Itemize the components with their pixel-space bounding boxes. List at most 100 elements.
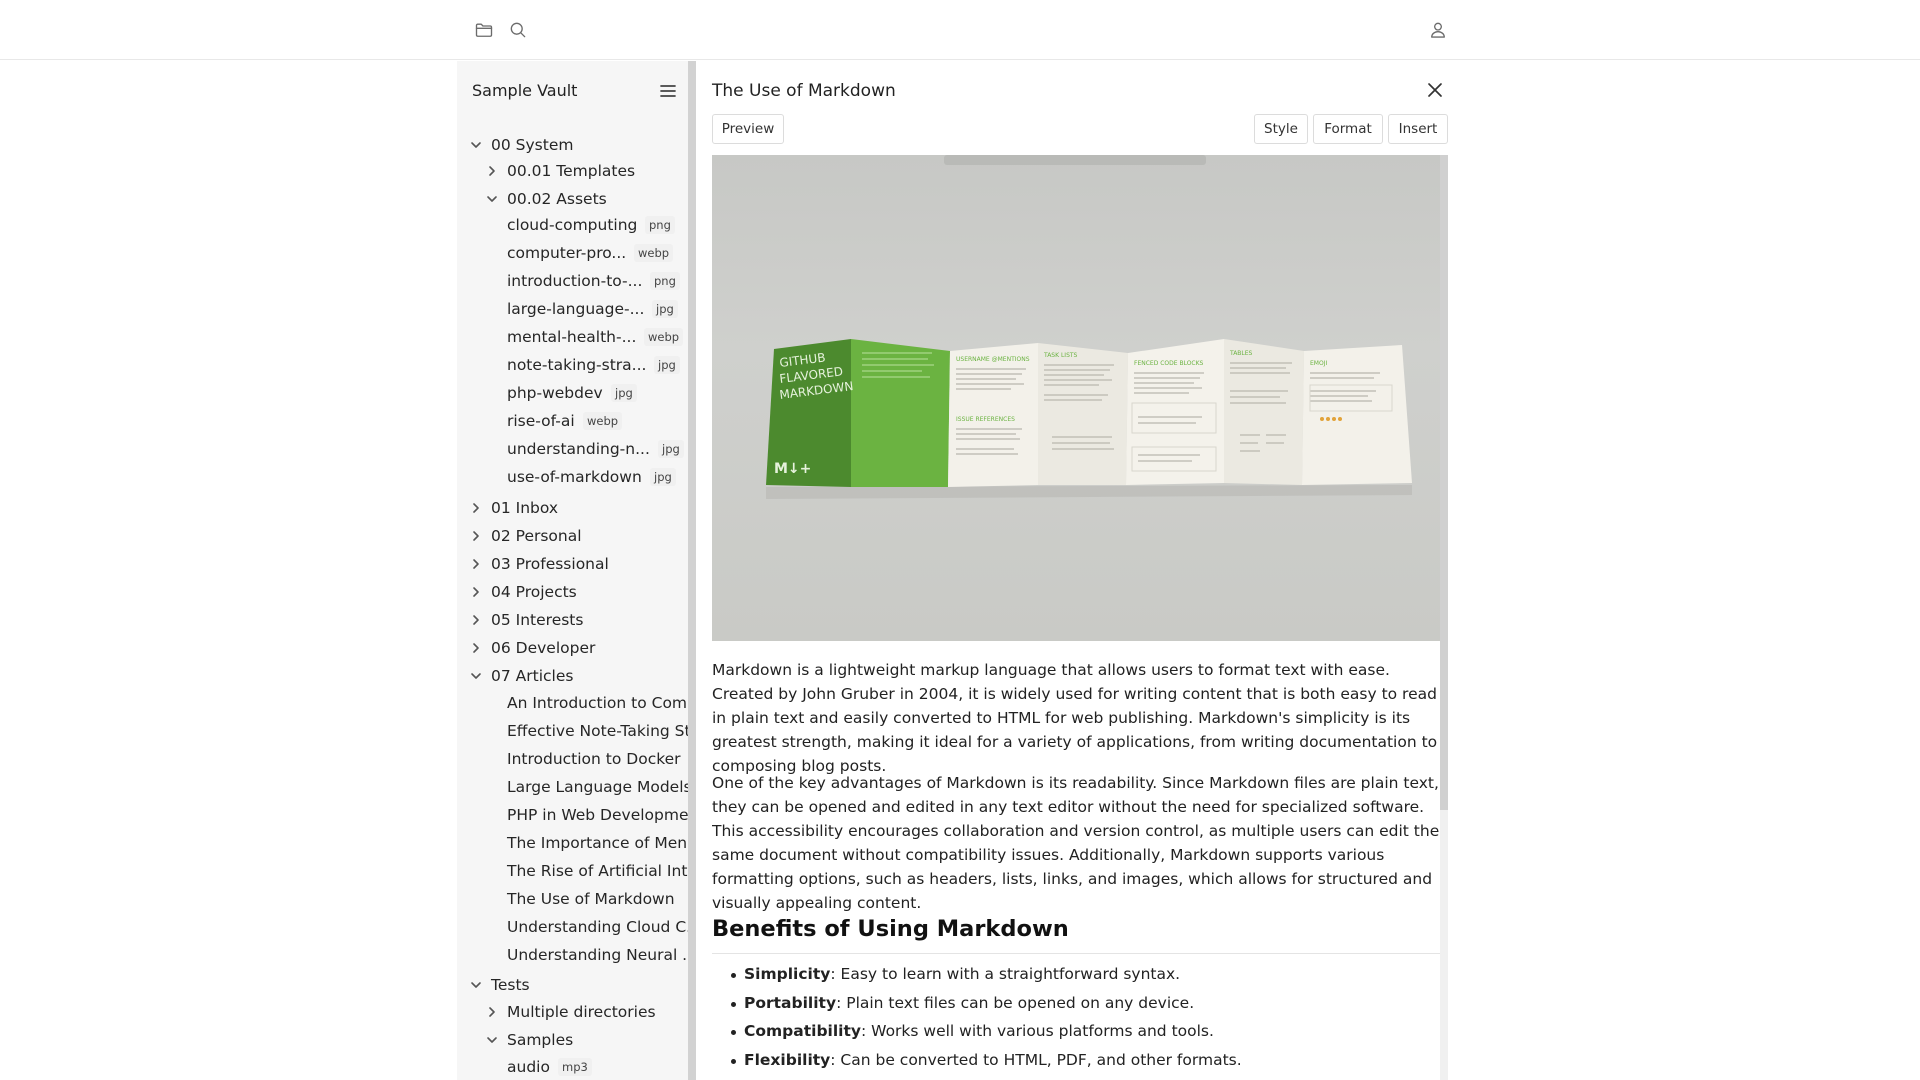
tree-file[interactable]: Understanding Cloud C... [457, 914, 688, 940]
tree-folder[interactable]: 03 Professional [457, 551, 688, 577]
tree-folder[interactable]: 02 Personal [457, 523, 688, 549]
tree-folder[interactable]: Samples [457, 1027, 688, 1053]
folder-icon[interactable] [472, 18, 496, 42]
chevron-right-icon[interactable] [469, 635, 483, 661]
tree-item-label: 05 Interests [491, 611, 584, 629]
style-button[interactable]: Style [1254, 114, 1308, 144]
chevron-right-icon[interactable] [469, 607, 483, 633]
editor-pane: The Use of Markdown Preview Style Format… [712, 61, 1448, 1080]
tree-file[interactable]: Introduction to Docker [457, 746, 688, 772]
panel-heading-issues: ISSUE REFERENCES [956, 416, 1015, 423]
tree-file[interactable]: php-webdev jpg [457, 380, 688, 406]
tree-folder[interactable]: 01 Inbox [457, 495, 688, 521]
tree-item-label: 01 Inbox [491, 499, 559, 517]
tree-folder[interactable]: 05 Interests [457, 607, 688, 633]
chevron-down-icon[interactable] [469, 972, 483, 998]
tree-file[interactable]: introduction-to-... png [457, 268, 688, 294]
tree-item-label: large-language-... [507, 300, 645, 318]
brochure-logo: M↓+ [774, 461, 811, 477]
search-icon[interactable] [506, 18, 530, 42]
tree-item-label: 00.02 Assets [507, 190, 607, 208]
sidebar-scrollbar[interactable] [688, 61, 696, 1080]
content-scrollbar[interactable] [1440, 155, 1448, 1080]
chevron-right-icon[interactable] [485, 999, 499, 1025]
markdown-brochure-image: GITHUB FLAVORED MARKDOWN M↓+ USERNAME @M… [712, 155, 1440, 641]
tree-item-label: PHP in Web Developme... [507, 806, 688, 824]
tree-item-label: Tests [491, 976, 530, 994]
tree-file[interactable]: An Introduction to Com... [457, 690, 688, 716]
list-item-term: Flexibility [744, 1050, 831, 1069]
chevron-right-icon[interactable] [469, 579, 483, 605]
format-button[interactable]: Format [1313, 114, 1383, 144]
tree-folder[interactable]: 00.02 Assets [457, 186, 688, 212]
tree-item-label: 03 Professional [491, 555, 609, 573]
tree-item-label: 00.01 Templates [507, 162, 636, 180]
chevron-down-icon[interactable] [485, 1027, 499, 1053]
file-extension-badge: jpg [654, 356, 680, 374]
tree-folder[interactable]: 07 Articles [457, 663, 688, 689]
panel-heading-tables: TABLES [1229, 350, 1253, 357]
tree-item-label: understanding-n... [507, 440, 650, 458]
tree-file[interactable]: audio mp3 [457, 1054, 688, 1080]
tree-item-label: The Rise of Artificial Int... [507, 862, 688, 880]
chevron-down-icon[interactable] [469, 663, 483, 689]
desk-object [944, 155, 1206, 165]
chevron-right-icon[interactable] [485, 158, 499, 184]
chevron-down-icon[interactable] [469, 132, 483, 158]
chevron-right-icon[interactable] [469, 495, 483, 521]
tree-folder[interactable]: 00.01 Templates [457, 158, 688, 184]
tree-folder[interactable]: 00 System [457, 132, 688, 158]
tree-file[interactable]: mental-health-... webp [457, 324, 688, 350]
tree-folder[interactable]: 06 Developer [457, 635, 688, 661]
file-extension-badge: png [645, 216, 675, 234]
hamburger-menu-icon[interactable] [658, 81, 678, 101]
tree-item-label: The Importance of Men... [507, 834, 688, 852]
tree-file[interactable]: cloud-computing png [457, 212, 688, 238]
tree-folder[interactable]: Tests [457, 972, 688, 998]
chevron-right-icon[interactable] [469, 523, 483, 549]
tree-file[interactable]: The Importance of Men... [457, 830, 688, 856]
preview-button[interactable]: Preview [712, 114, 784, 144]
user-icon[interactable] [1426, 18, 1450, 42]
chevron-right-icon[interactable] [469, 551, 483, 577]
tree-file[interactable]: Understanding Neural ... [457, 942, 688, 968]
tree-file[interactable]: PHP in Web Developme... [457, 802, 688, 828]
tree-item-label: Large Language Models [507, 778, 688, 796]
tree-file[interactable]: The Use of Markdown [457, 886, 688, 912]
tree-file[interactable]: understanding-n... jpg [457, 436, 688, 462]
tree-item-label: 04 Projects [491, 583, 577, 601]
tree-item-label: 02 Personal [491, 527, 582, 545]
tree-item-label: Samples [507, 1031, 574, 1049]
tree-file[interactable]: Effective Note-Taking St... [457, 718, 688, 744]
file-extension-badge: webp [583, 412, 623, 430]
chevron-down-icon[interactable] [485, 186, 499, 212]
list-item: Portability: Plain text files can be ope… [712, 992, 1440, 1021]
tree-item-label: mental-health-... [507, 328, 637, 346]
content-scrollbar-thumb[interactable] [1440, 155, 1448, 810]
tree-file[interactable]: The Rise of Artificial Int... [457, 858, 688, 884]
file-extension-badge: mp3 [558, 1058, 592, 1076]
tree-file[interactable]: large-language-... jpg [457, 296, 688, 322]
paragraph-intro: Markdown is a lightweight markup languag… [712, 661, 1438, 775]
tree-item-label: Effective Note-Taking St... [507, 722, 688, 740]
tree-folder[interactable]: Multiple directories [457, 999, 688, 1025]
tree-item-label: 07 Articles [491, 667, 574, 685]
file-explorer-sidebar: Sample Vault 00 System 00.01 Templates 00.… [457, 61, 688, 1080]
list-item: Compatibility: Works well with various p… [712, 1020, 1440, 1049]
tree-item-label: computer-pro... [507, 244, 627, 262]
file-extension-badge: webp [644, 328, 684, 346]
tree-file[interactable]: Large Language Models [457, 774, 688, 800]
tree-file[interactable]: rise-of-ai webp [457, 408, 688, 434]
tree-file[interactable]: note-taking-stra... jpg [457, 352, 688, 378]
tree-file[interactable]: computer-pro... webp [457, 240, 688, 266]
insert-button[interactable]: Insert [1388, 114, 1448, 144]
list-item-text: : Works well with various platforms and … [861, 1022, 1214, 1040]
list-item: Simplicity: Easy to learn with a straigh… [712, 963, 1440, 992]
tree-file[interactable]: use-of-markdown jpg [457, 464, 688, 490]
tree-item-label: audio [507, 1058, 550, 1076]
tree-folder[interactable]: 04 Projects [457, 579, 688, 605]
document-content[interactable]: GITHUB FLAVORED MARKDOWN M↓+ USERNAME @M… [712, 155, 1440, 1080]
tree-item-label: cloud-computing [507, 216, 638, 234]
close-icon[interactable] [1426, 81, 1446, 101]
file-extension-badge: jpg [611, 384, 637, 402]
